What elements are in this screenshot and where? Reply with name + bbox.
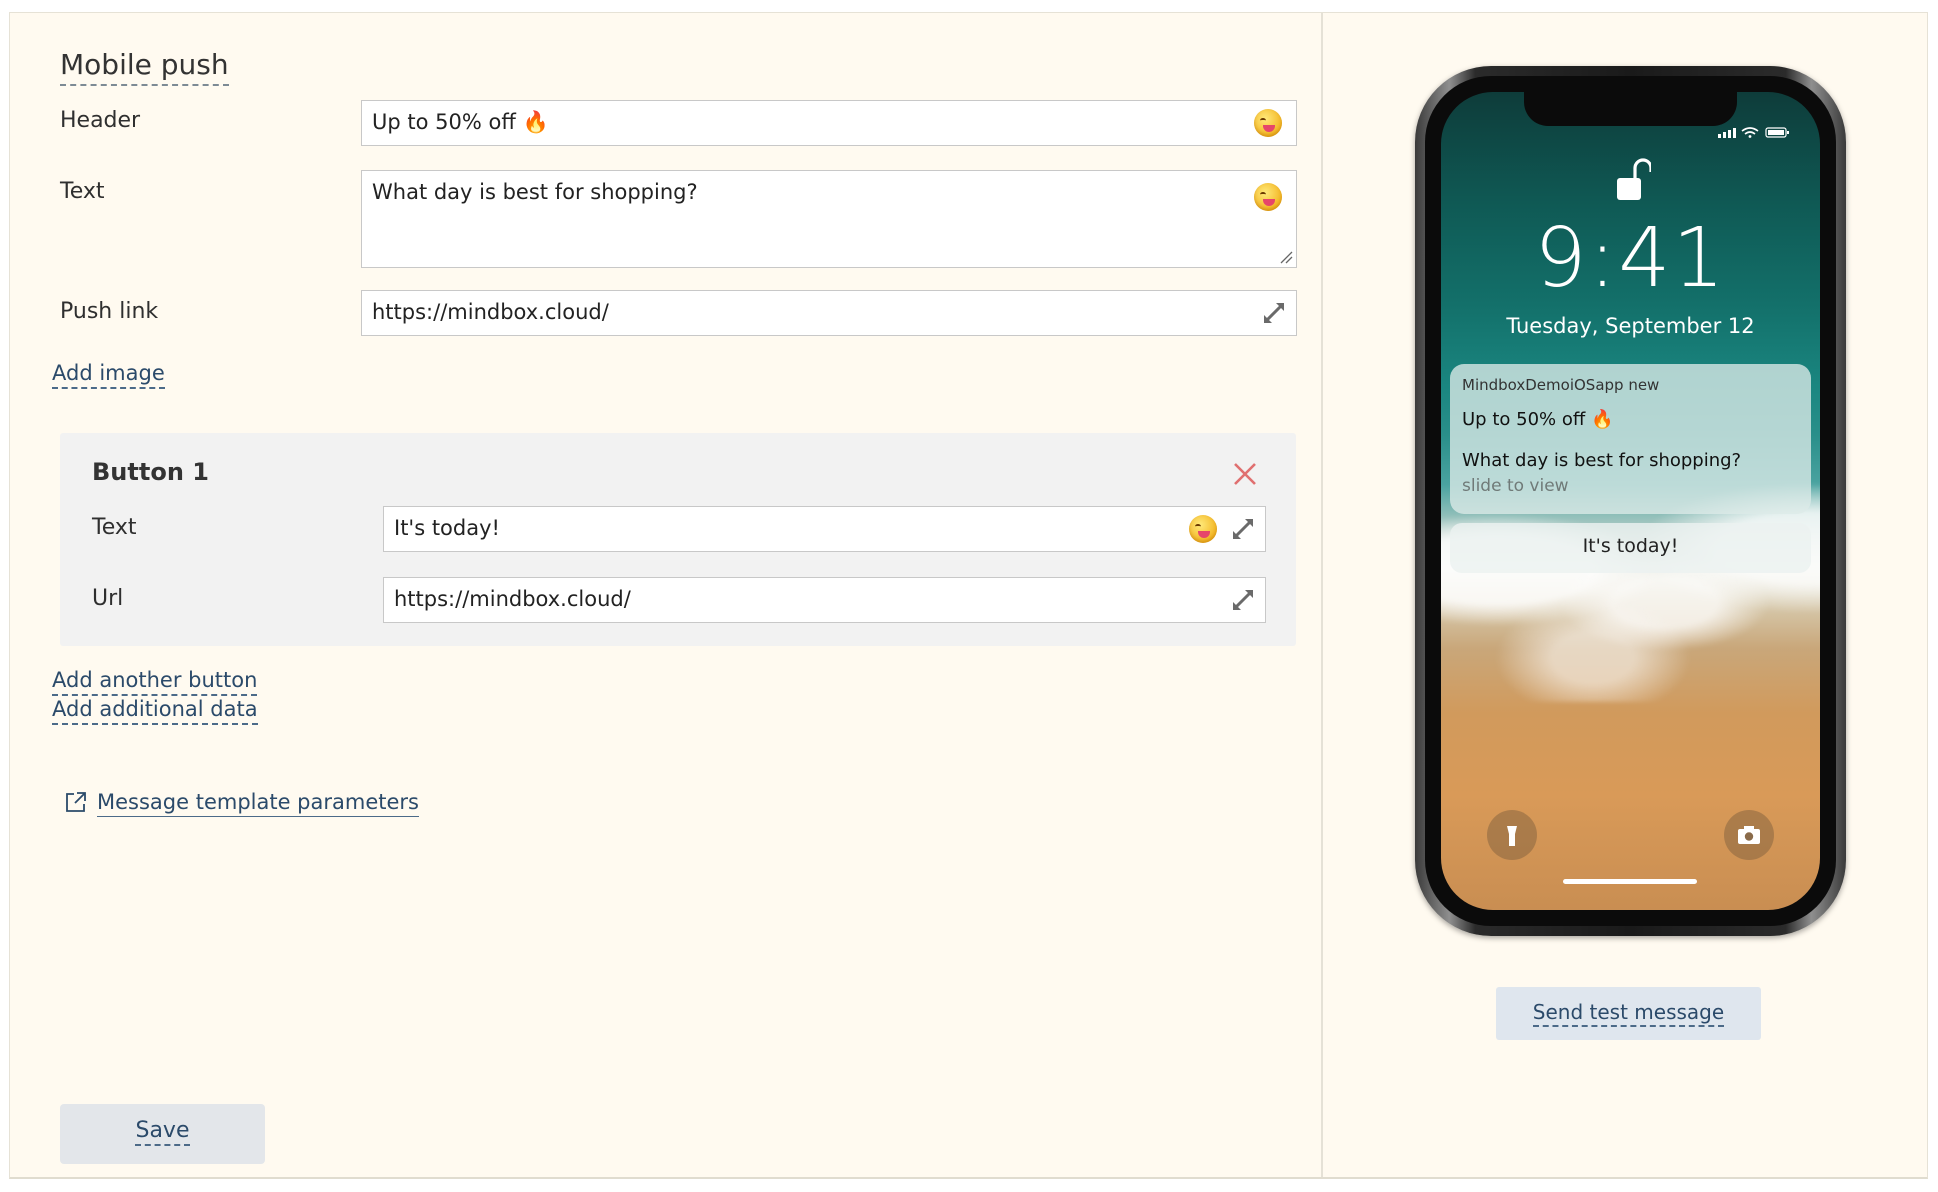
button-text-input[interactable]: It's today! xyxy=(383,506,1266,552)
notification-text: What day is best for shopping? xyxy=(1462,450,1742,471)
add-additional-data-link[interactable]: Add additional data xyxy=(52,695,258,725)
phone-screen: 9:41 Tuesday, September 12 MindboxDemoiO… xyxy=(1441,92,1820,910)
send-test-message-label: Send test message xyxy=(1532,999,1725,1027)
button-url-label: Url xyxy=(92,586,124,611)
save-button-label: Save xyxy=(135,1118,190,1146)
add-another-button-link[interactable]: Add another button xyxy=(52,666,258,696)
lockscreen-time: 9:41 xyxy=(1534,211,1727,306)
button-text-label: Text xyxy=(92,515,137,540)
add-image-link[interactable]: Add image xyxy=(52,359,165,389)
emoji-icon[interactable] xyxy=(1254,183,1282,211)
expand-icon[interactable] xyxy=(1229,515,1257,543)
push-link-input[interactable]: https://mindbox.cloud/ xyxy=(361,290,1297,336)
text-label: Text xyxy=(60,179,105,204)
notification-hint: slide to view xyxy=(1462,476,1569,496)
panel-divider xyxy=(1321,13,1323,1177)
lockscreen-date: Tuesday, September 12 xyxy=(1506,314,1755,338)
notification-action-label: It's today! xyxy=(1582,535,1679,557)
header-value: Up to 50% off 🔥 xyxy=(372,110,549,134)
expand-icon[interactable] xyxy=(1229,586,1257,614)
text-input[interactable]: What day is best for shopping? xyxy=(361,170,1297,268)
lock-icon xyxy=(1617,158,1651,200)
header-input[interactable]: Up to 50% off 🔥 xyxy=(361,100,1297,146)
push-link-value: https://mindbox.cloud/ xyxy=(372,300,609,324)
notification-app-name: MindboxDemoiOSapp new xyxy=(1462,376,1660,394)
phone-preview: 9:41 Tuesday, September 12 MindboxDemoiO… xyxy=(1415,66,1846,936)
resize-handle-icon[interactable] xyxy=(1279,250,1293,264)
button-1-title: Button 1 xyxy=(92,458,209,486)
template-params-link[interactable]: Message template parameters xyxy=(97,788,419,817)
camera-icon xyxy=(1724,810,1774,860)
expand-icon[interactable] xyxy=(1260,299,1288,327)
notification-header: Up to 50% off 🔥 xyxy=(1462,409,1614,430)
home-indicator xyxy=(1563,879,1697,884)
text-value: What day is best for shopping? xyxy=(372,180,698,204)
emoji-icon[interactable] xyxy=(1189,515,1217,543)
button-text-value: It's today! xyxy=(394,516,500,540)
emoji-icon[interactable] xyxy=(1254,109,1282,137)
save-button[interactable]: Save xyxy=(60,1104,265,1164)
notification-action-button: It's today! xyxy=(1450,523,1811,573)
editor-frame: Mobile push Header Up to 50% off 🔥 Text … xyxy=(9,12,1928,1179)
close-icon[interactable] xyxy=(1232,461,1258,487)
button-url-value: https://mindbox.cloud/ xyxy=(394,587,631,611)
push-notification: MindboxDemoiOSapp new Up to 50% off 🔥 Wh… xyxy=(1450,364,1811,514)
wave-foam xyxy=(1441,482,1820,702)
phone-notch xyxy=(1524,92,1737,126)
section-title: Mobile push xyxy=(60,47,229,86)
button-url-input[interactable]: https://mindbox.cloud/ xyxy=(383,577,1266,623)
external-link-icon[interactable] xyxy=(64,790,88,814)
status-bar-icons xyxy=(1718,127,1789,138)
header-label: Header xyxy=(60,108,141,133)
push-link-label: Push link xyxy=(60,299,159,324)
send-test-message-button[interactable]: Send test message xyxy=(1496,987,1761,1040)
flashlight-icon xyxy=(1487,810,1537,860)
button-1-panel: Button 1 Text It's today! Url https://mi… xyxy=(60,433,1296,646)
